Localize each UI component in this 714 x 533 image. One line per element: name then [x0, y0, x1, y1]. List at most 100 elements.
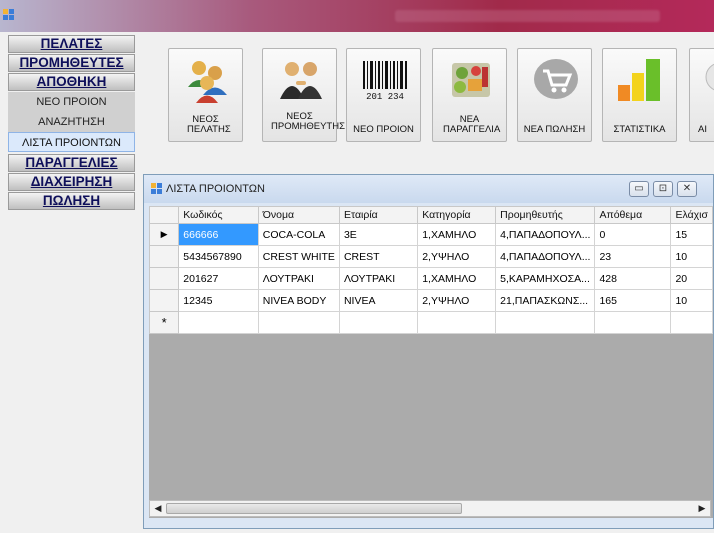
cell-supplier[interactable]: 4,ΠΑΠΑΔΟΠΟΥΛ... [495, 223, 596, 246]
cell-code[interactable]: 201627 [178, 267, 259, 290]
cell-company[interactable]: CREST [338, 245, 419, 268]
cell-minimum[interactable]: 15 [670, 223, 713, 246]
product-list-window: ΛΙΣΤΑ ΠΡΟΙΟΝΤΩΝ ▭ ⊡ ✕ Κωδικός Όνομα Εται… [143, 174, 714, 529]
menu-customers[interactable]: ΠΕΛΑΤΕΣ [8, 35, 135, 53]
title-bar [0, 0, 714, 32]
table-row[interactable]: 5434567890 CREST WHITE CREST 2,ΥΨΗΛΟ 4,Π… [149, 245, 713, 268]
new-order-label: ΝΕΑ ΠΑΡΑΓΓΕΛΙΑ [443, 114, 501, 135]
menu-warehouse[interactable]: ΑΠΟΘΗΚΗ [8, 73, 135, 91]
main-menu: ΠΕΛΑΤΕΣ ΠΡΟΜΗΘΕΥΤΕΣ ΑΠΟΘΗΚΗ ΝΕΟ ΠΡΟΙΟΝ Α… [8, 35, 135, 211]
new-customer-label: ΝΕΟΣ ΠΕΛΑΤΗΣ [187, 114, 231, 135]
scroll-left-arrow-icon[interactable]: ◀ [151, 502, 165, 515]
col-stock[interactable]: Απόθεμα [594, 206, 672, 224]
new-row-indicator[interactable]: * [149, 311, 180, 334]
header-row: Κωδικός Όνομα Εταιρία Κατηγορία Προμηθευ… [149, 206, 713, 224]
horizontal-scrollbar[interactable]: ◀ ▶ [149, 500, 711, 517]
cell-category[interactable]: 1,ΧΑΜΗΛΟ [417, 267, 497, 290]
new-cell[interactable] [178, 311, 259, 334]
blurred-window-title [395, 10, 660, 22]
new-cell[interactable] [594, 311, 672, 334]
new-product-label: ΝΕΟ ΠΡΟΙΟΝ [353, 124, 414, 135]
new-cell[interactable] [495, 311, 596, 334]
table-row[interactable]: 12345 NIVEA BODY NIVEA 2,ΥΨΗΛΟ 21,ΠΑΠΑΣΚ… [149, 289, 713, 312]
menu-sales[interactable]: ΠΩΛΗΣΗ [8, 192, 135, 210]
cell-company[interactable]: NIVEA [338, 289, 419, 312]
cell-stock[interactable]: 428 [594, 267, 672, 290]
col-minimum[interactable]: Ελάχισ [670, 206, 713, 224]
row-indicator[interactable] [149, 267, 180, 290]
col-name[interactable]: Όνομα [257, 206, 340, 224]
partial-icon [705, 63, 714, 91]
cell-supplier[interactable]: 21,ΠΑΠΑΣΚΩΝΣ... [495, 289, 596, 312]
statistics-label: ΣΤΑΤΙΣΤΙΚΑ [613, 124, 666, 135]
col-category[interactable]: Κατηγορία [417, 206, 497, 224]
scroll-right-arrow-icon[interactable]: ▶ [695, 502, 709, 515]
row-indicator[interactable] [149, 245, 180, 268]
table-row[interactable]: 201627 ΛΟΥΤΡΑΚΙ ΛΟΥΤΡΑΚΙ 1,ΧΑΜΗΛΟ 5,ΚΑΡΑ… [149, 267, 713, 290]
menu-management[interactable]: ΔΙΑΧΕΙΡΗΣΗ [8, 173, 135, 191]
toolbar: ΝΕΟΣ ΠΕΛΑΤΗΣ ΝΕΟΣ ΠΡΟΜΗΘΕΥΤΗΣ 201 234 ΝΕ… [168, 48, 714, 144]
col-supplier[interactable]: Προμηθευτής [495, 206, 596, 224]
cell-category[interactable]: 2,ΥΨΗΛΟ [417, 245, 497, 268]
cell-company[interactable]: 3E [338, 223, 419, 246]
new-row[interactable]: * [149, 311, 713, 334]
cell-category[interactable]: 2,ΥΨΗΛΟ [417, 289, 497, 312]
new-cell[interactable] [417, 311, 497, 334]
row-indicator[interactable] [149, 289, 180, 312]
cell-name[interactable]: COCA-COLA [257, 223, 340, 246]
new-cell[interactable] [338, 311, 419, 334]
application-window: ΠΕΛΑΤΕΣ ΠΡΟΜΗΘΕΥΤΕΣ ΑΠΟΘΗΚΗ ΝΕΟ ΠΡΟΙΟΝ Α… [0, 0, 714, 533]
cell-category[interactable]: 1,ΧΑΜΗΛΟ [417, 223, 497, 246]
new-order-button[interactable]: ΝΕΑ ΠΑΡΑΓΓΕΛΙΑ [432, 48, 507, 142]
scrollbar-thumb[interactable] [166, 503, 462, 514]
products-grid[interactable]: Κωδικός Όνομα Εταιρία Κατηγορία Προμηθευ… [149, 206, 713, 518]
col-code[interactable]: Κωδικός [178, 206, 259, 224]
cell-name[interactable]: CREST WHITE [257, 245, 340, 268]
bar-chart-icon [618, 59, 660, 101]
menu-new-product[interactable]: ΝΕΟ ΠΡΟΙΟΝ [8, 92, 135, 112]
new-supplier-label: ΝΕΟΣ ΠΡΟΜΗΘΕΥΤΗΣ [271, 111, 345, 132]
suppliers-icon [280, 62, 322, 99]
new-cell[interactable] [257, 311, 340, 334]
cell-supplier[interactable]: 5,ΚΑΡΑΜΗΧΟΣΑ... [495, 267, 596, 290]
new-cell[interactable] [670, 311, 713, 334]
menu-suppliers[interactable]: ΠΡΟΜΗΘΕΥΤΕΣ [8, 54, 135, 72]
cell-name[interactable]: ΛΟΥΤΡΑΚΙ [257, 267, 340, 290]
cell-company[interactable]: ΛΟΥΤΡΑΚΙ [338, 267, 419, 290]
menu-product-list[interactable]: ΛΙΣΤΑ ΠΡΟΙΟΝΤΩΝ [8, 132, 135, 152]
cell-minimum[interactable]: 20 [670, 267, 713, 290]
barcode-icon: 201 234 [363, 61, 407, 102]
table-row[interactable]: ▶ 666666 COCA-COLA 3E 1,ΧΑΜΗΛΟ 4,ΠΑΠΑΔΟΠ… [149, 223, 713, 246]
new-product-button[interactable]: 201 234 ΝΕΟ ΠΡΟΙΟΝ [346, 48, 421, 142]
close-button[interactable]: ✕ [677, 181, 697, 197]
cell-supplier[interactable]: 4,ΠΑΠΑΔΟΠΟΥΛ... [495, 245, 596, 268]
new-sale-button[interactable]: ΝΕΑ ΠΩΛΗΣΗ [517, 48, 592, 142]
minimize-button[interactable]: ▭ [629, 181, 649, 197]
product-list-titlebar: ΛΙΣΤΑ ΠΡΟΙΟΝΤΩΝ ▭ ⊡ ✕ [144, 175, 713, 203]
col-company[interactable]: Εταιρία [338, 206, 419, 224]
groceries-icon [452, 63, 490, 97]
customers-icon [188, 61, 227, 103]
app-icon [3, 9, 14, 20]
cell-code[interactable]: 5434567890 [178, 245, 259, 268]
window-icon [151, 183, 162, 194]
cell-stock[interactable]: 23 [594, 245, 672, 268]
cell-stock[interactable]: 165 [594, 289, 672, 312]
partial-toolbar-button[interactable]: ΑΙ [689, 48, 714, 142]
row-header-corner [149, 206, 180, 224]
cell-name[interactable]: NIVEA BODY [257, 289, 340, 312]
cell-minimum[interactable]: 10 [670, 289, 713, 312]
row-indicator[interactable]: ▶ [149, 223, 180, 246]
cell-code[interactable]: 666666 [178, 223, 259, 246]
products-table: Κωδικός Όνομα Εταιρία Κατηγορία Προμηθευ… [149, 206, 713, 334]
new-customer-button[interactable]: ΝΕΟΣ ΠΕΛΑΤΗΣ [168, 48, 243, 142]
new-supplier-button[interactable]: ΝΕΟΣ ΠΡΟΜΗΘΕΥΤΗΣ [262, 48, 345, 142]
maximize-button[interactable]: ⊡ [653, 181, 673, 197]
cell-minimum[interactable]: 10 [670, 245, 713, 268]
cell-code[interactable]: 12345 [178, 289, 259, 312]
statistics-button[interactable]: ΣΤΑΤΙΣΤΙΚΑ [602, 48, 677, 142]
menu-orders[interactable]: ΠΑΡΑΓΓΕΛΙΕΣ [8, 154, 135, 172]
partial-label: ΑΙ [698, 124, 707, 135]
cell-stock[interactable]: 0 [594, 223, 672, 246]
menu-search[interactable]: ΑΝΑΖΗΤΗΣΗ [8, 112, 135, 132]
